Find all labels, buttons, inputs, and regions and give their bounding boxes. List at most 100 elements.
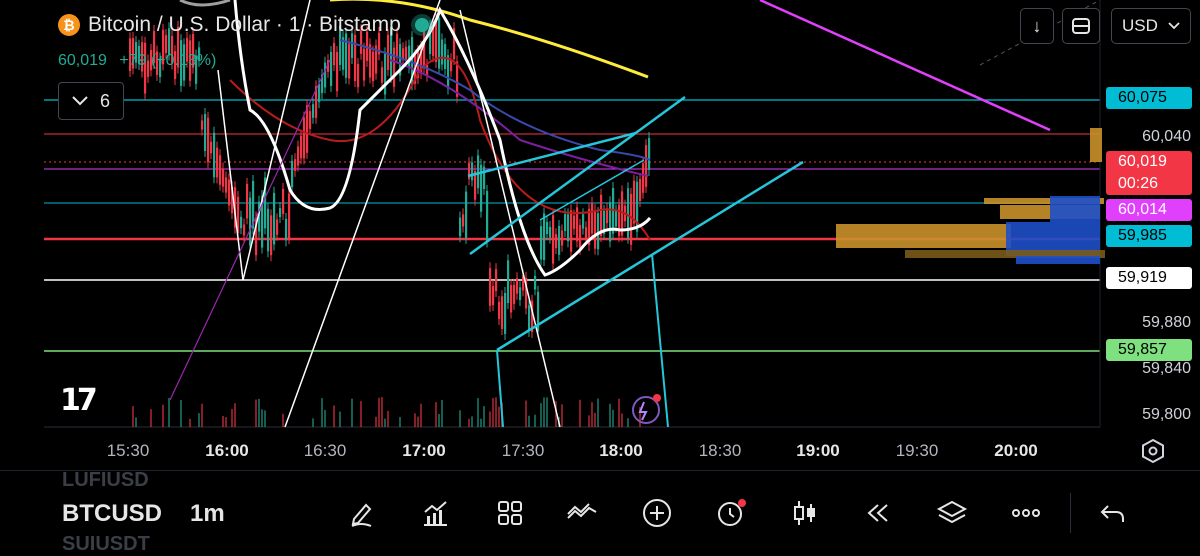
candle (573, 215, 576, 229)
undo-button[interactable] (1093, 493, 1133, 533)
candle (279, 208, 282, 218)
candle (498, 301, 501, 320)
drawings-button[interactable] (562, 493, 602, 533)
tradingview-logo: 17 (60, 383, 98, 418)
currency-select[interactable]: USD (1111, 8, 1191, 44)
market-open-status-icon (414, 18, 429, 32)
candle (306, 105, 309, 153)
active-symbol[interactable]: BTCUSD (62, 500, 162, 528)
indicators-icon (424, 501, 447, 526)
more-button[interactable] (1006, 493, 1046, 533)
time-axis-label: 16:30 (303, 441, 347, 460)
volume-bar (420, 403, 422, 427)
volume-bar (588, 415, 590, 427)
candle-type-icon (794, 501, 815, 525)
price-chart[interactable] (0, 0, 1200, 470)
candle (204, 113, 207, 152)
candle (507, 260, 510, 304)
volume-bar (261, 409, 263, 427)
candle (303, 117, 306, 159)
volume-bar (189, 418, 191, 427)
chart-area[interactable]: ₿ Bitcoin / U.S. Dollar · 1 · Bitstamp 6… (0, 0, 1200, 470)
drawings-icon (567, 503, 597, 519)
price-axis-label: 60,040 (1142, 128, 1191, 145)
volume-bar (525, 400, 527, 427)
time-axis-label: 19:00 (796, 441, 840, 460)
candle (387, 34, 390, 70)
volume-bar (399, 417, 401, 427)
candle (582, 214, 585, 229)
candle (426, 64, 429, 76)
candle (489, 268, 492, 306)
candle (324, 62, 327, 88)
volume-profile-bar (836, 224, 1011, 248)
volume-bar (468, 418, 470, 427)
indicators-toggle-button[interactable]: 6 (58, 82, 124, 120)
time-axis-label: 20:00 (994, 441, 1038, 460)
toolbar-divider (1070, 493, 1071, 533)
candle (486, 190, 489, 242)
candle (441, 39, 444, 65)
time-axis-label: 16:00 (205, 441, 249, 460)
candle (633, 180, 636, 224)
candle (501, 296, 504, 329)
volume-bar (438, 413, 440, 427)
prev-symbol[interactable]: LUFIUSD (62, 469, 149, 492)
price-axis-label: 59,800 (1142, 406, 1191, 423)
alert-button[interactable] (711, 493, 751, 533)
fullscreen-button[interactable] (1062, 8, 1100, 44)
next-symbol[interactable]: SUIUSDT (62, 533, 150, 556)
undo-icon (1100, 505, 1124, 522)
candle (597, 213, 600, 250)
layers-button[interactable] (932, 493, 972, 533)
candle (555, 234, 558, 249)
volume-bar (375, 416, 377, 427)
volume-bar (162, 404, 164, 427)
candle (483, 166, 486, 189)
volume-bar (441, 399, 443, 427)
volume-bar (360, 401, 362, 427)
active-interval[interactable]: 1m (190, 500, 225, 528)
trend-line (217, 69, 244, 281)
layout-button[interactable] (490, 493, 530, 533)
candle (492, 286, 495, 306)
download-button[interactable]: ↓ (1020, 8, 1054, 44)
candle (285, 218, 288, 241)
candle (558, 225, 561, 255)
symbol-title[interactable]: ₿ Bitcoin / U.S. Dollar · 1 · Bitstamp (58, 13, 429, 37)
candle (516, 278, 519, 294)
volume-bar (495, 397, 497, 427)
pencil-icon (351, 503, 372, 527)
candle (459, 217, 462, 237)
candle (351, 33, 354, 58)
candle (267, 208, 270, 252)
candle (393, 47, 396, 87)
candle (273, 192, 276, 245)
volume-profile-bar (1006, 222, 1100, 242)
candle (465, 191, 468, 238)
replay-button[interactable] (858, 493, 898, 533)
volume-bar (201, 403, 203, 427)
volume-bar (312, 418, 314, 427)
indicators-button[interactable] (416, 493, 456, 533)
volume-bar (351, 398, 353, 427)
candle (549, 227, 552, 238)
moving-average-yellow (330, 0, 649, 79)
chart-settings-icon[interactable] (1140, 438, 1166, 464)
channel-line-upper (467, 131, 637, 178)
candle (609, 202, 612, 242)
moving-average-purple (389, 59, 649, 177)
candle (342, 37, 345, 70)
candle (333, 43, 336, 66)
candle (615, 210, 618, 227)
bitcoin-logo-icon: ₿ (58, 14, 80, 36)
candle (594, 210, 597, 249)
add-button[interactable] (637, 493, 677, 533)
volume-bar (180, 400, 182, 427)
price-badge-line: 60,075 (1106, 87, 1192, 109)
chart-type-button[interactable] (785, 493, 825, 533)
candle (201, 120, 204, 130)
draw-button[interactable] (342, 493, 382, 533)
candle (462, 214, 465, 227)
currency-value: USD (1122, 16, 1158, 35)
